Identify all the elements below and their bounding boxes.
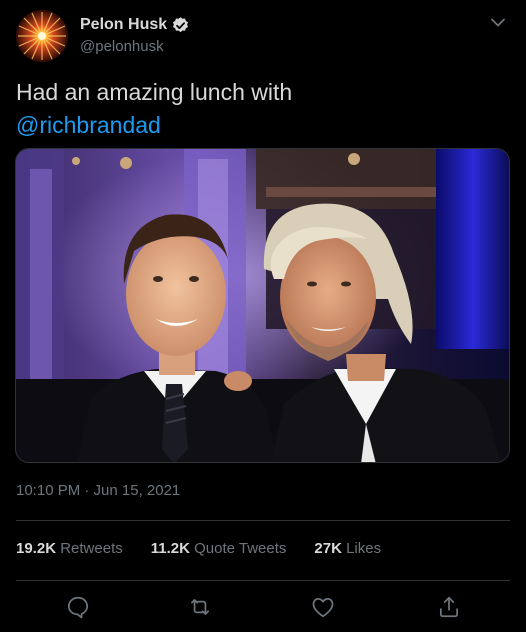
tweet-header: Pelon Husk @pelonhusk: [16, 10, 510, 66]
author-handle[interactable]: @pelonhusk: [80, 38, 190, 55]
tweet-text: Had an amazing lunch with @richbrandad: [16, 76, 506, 142]
quote-tweets-stat[interactable]: 11.2K Quote Tweets: [151, 540, 287, 557]
heart-icon[interactable]: [310, 594, 336, 620]
tweet-stats: 19.2K Retweets 11.2K Quote Tweets 27K Li…: [16, 540, 510, 557]
tweet-actions: [16, 594, 510, 620]
share-icon[interactable]: [436, 594, 462, 620]
divider-top: [16, 520, 510, 521]
retweets-count: 19.2K: [16, 540, 57, 557]
display-name-row: Pelon Husk: [80, 15, 190, 35]
display-name[interactable]: Pelon Husk: [80, 16, 167, 34]
retweets-stat[interactable]: 19.2K Retweets: [16, 540, 123, 557]
tweet-body: Had an amazing lunch with: [16, 79, 293, 105]
divider-bottom: [16, 580, 510, 581]
retweet-icon[interactable]: [187, 594, 213, 620]
quote-tweets-count: 11.2K: [150, 540, 190, 557]
reply-icon[interactable]: [65, 594, 91, 620]
likes-count: 27K: [314, 540, 342, 557]
quote-tweets-label: Quote Tweets: [194, 540, 287, 557]
mention-link[interactable]: @richbrandad: [16, 112, 161, 138]
likes-label: Likes: [346, 540, 382, 557]
avatar[interactable]: [16, 10, 68, 62]
author-names: Pelon Husk @pelonhusk: [80, 15, 190, 55]
chevron-down-icon[interactable]: [486, 10, 510, 34]
likes-stat[interactable]: 27K Likes: [314, 540, 381, 557]
retweets-label: Retweets: [60, 540, 123, 557]
verified-badge-icon: [171, 16, 190, 35]
tweet-photo[interactable]: [15, 148, 510, 463]
tweet-timestamp[interactable]: 10:10 PM · Jun 15, 2021: [16, 482, 180, 499]
tweet-detail: Pelon Husk @pelonhusk Had an amazing lun…: [0, 0, 526, 632]
